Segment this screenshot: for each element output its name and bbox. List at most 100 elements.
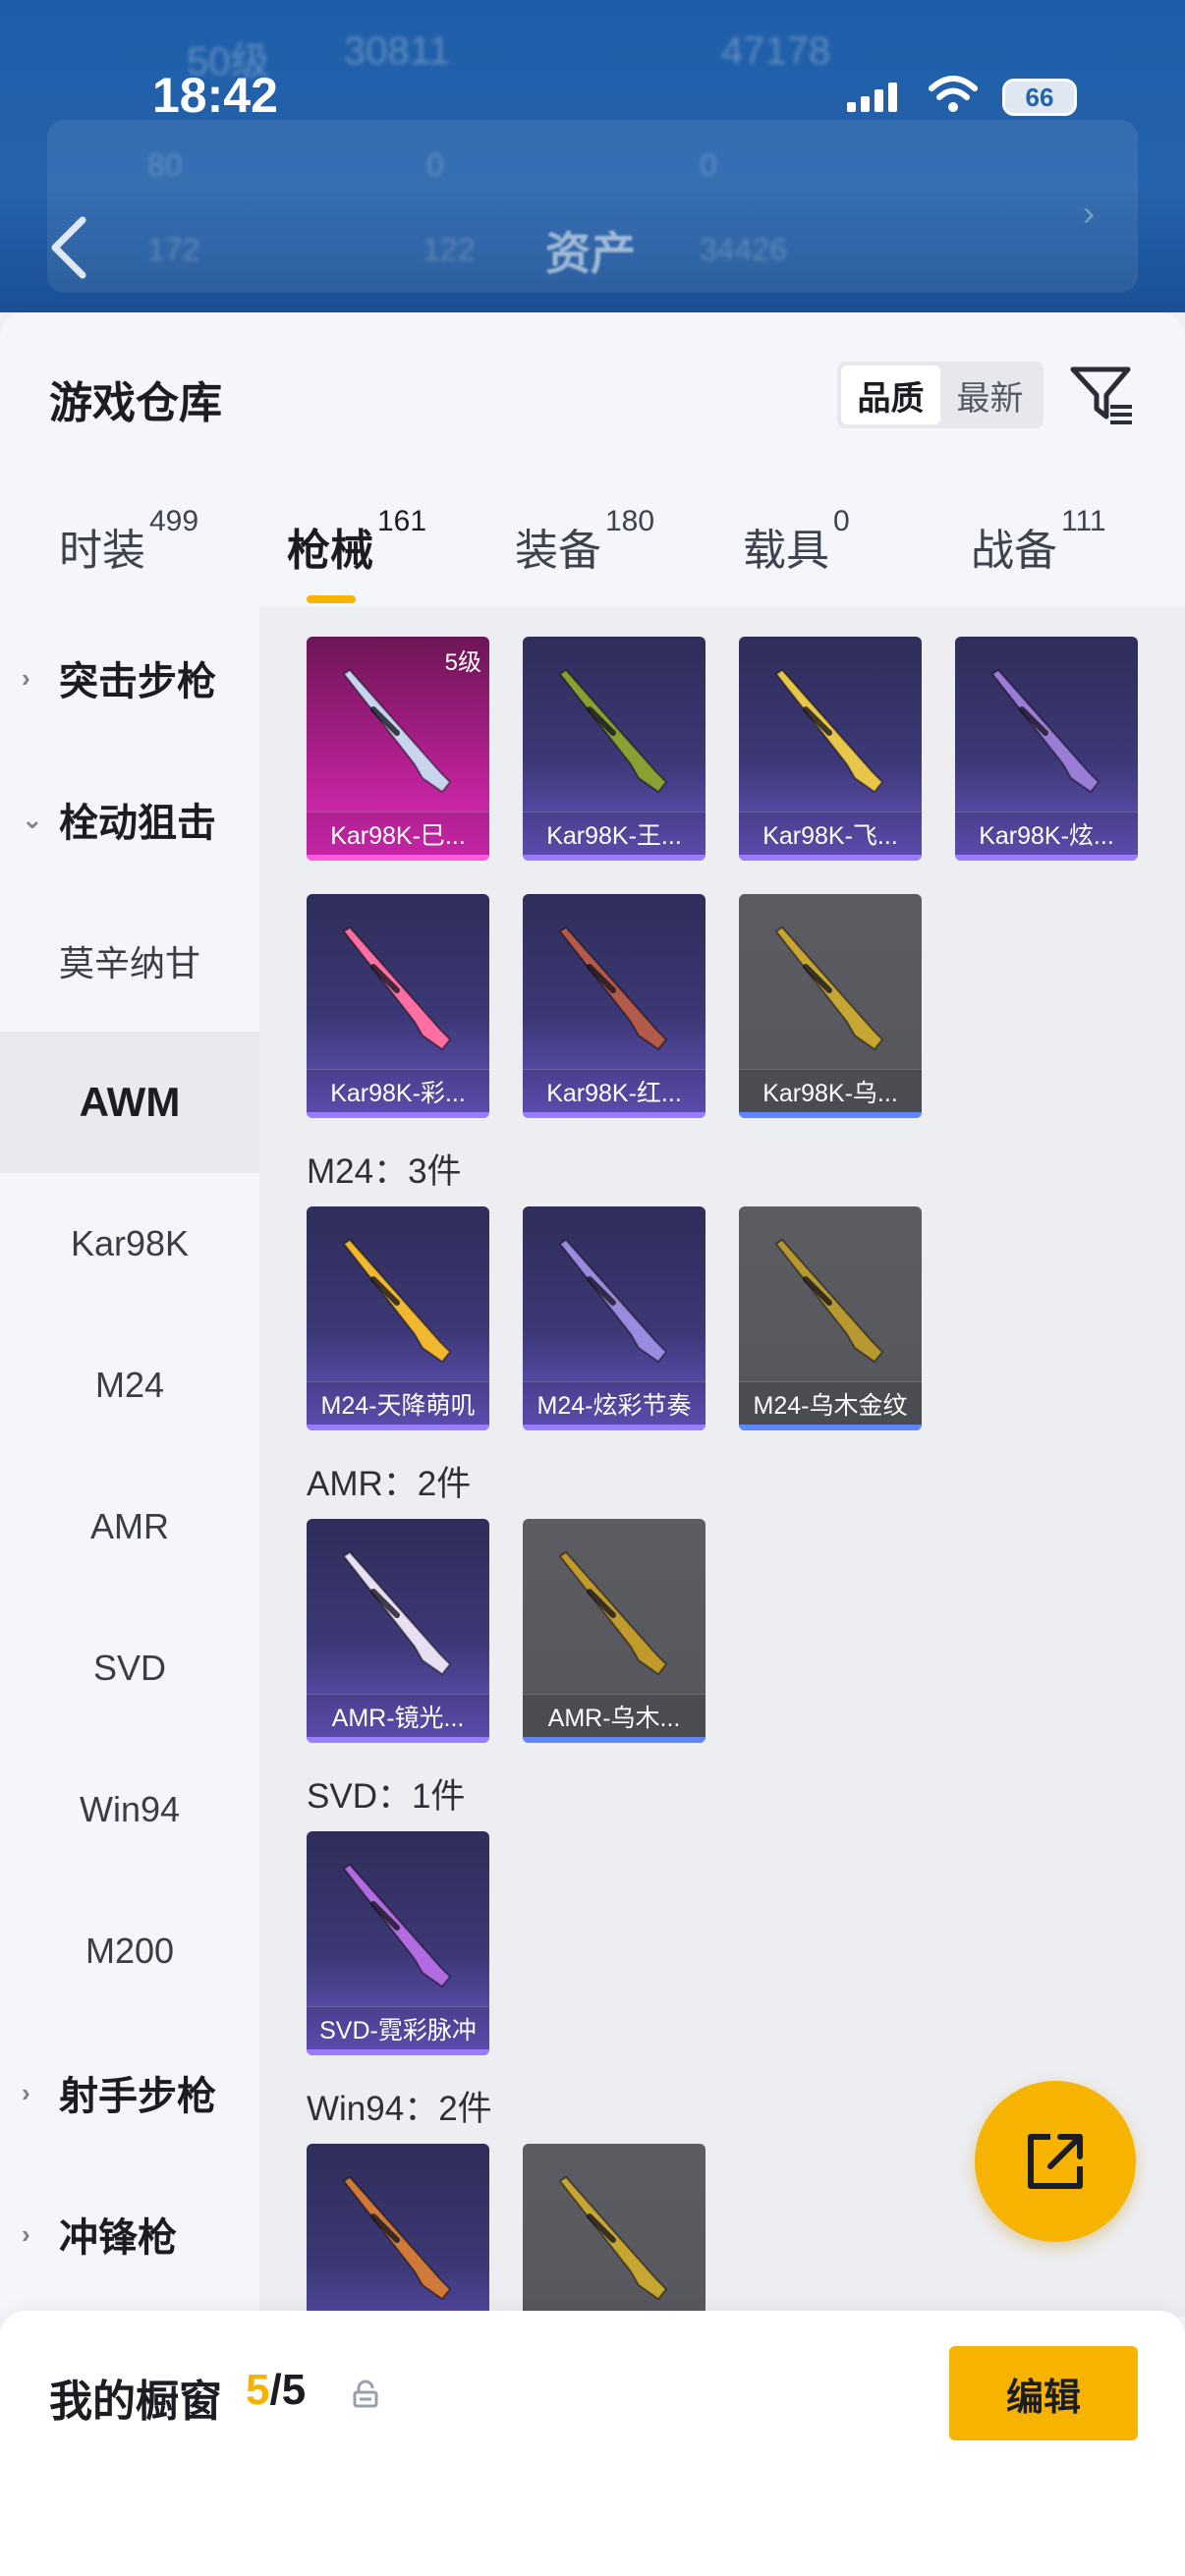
- category-mosin[interactable]: 莫辛纳甘: [0, 890, 259, 1032]
- tab-label: 时装: [59, 527, 145, 575]
- item-card[interactable]: Kar98K-彩...: [307, 894, 489, 1118]
- item-card[interactable]: SVD-霓彩脉冲: [307, 1831, 489, 2055]
- bg-stat: 0: [700, 147, 717, 183]
- tab-label: 装备: [515, 527, 601, 575]
- sort-quality-button[interactable]: 品质: [841, 365, 940, 424]
- tab-vehicles[interactable]: 载具 0: [743, 505, 850, 603]
- tab-count: 0: [833, 505, 850, 537]
- page-title: 资产: [545, 228, 636, 279]
- item-card[interactable]: Kar98K-乌...: [739, 894, 922, 1118]
- category-label: 射手步枪: [59, 2075, 216, 2118]
- item-name: M24-乌木金纹: [739, 1381, 922, 1425]
- wifi-icon: [929, 76, 978, 112]
- rarity-bar: [523, 855, 705, 861]
- cellular-signal-icon: [847, 81, 897, 112]
- rifle-icon: [342, 925, 452, 1051]
- rarity-bar: [955, 855, 1138, 861]
- rarity-bar: [307, 1112, 489, 1118]
- item-name: M24-天降萌叽: [307, 1381, 489, 1425]
- category-assault-rifles[interactable]: › 突击步枪: [0, 607, 259, 749]
- edit-button[interactable]: 编辑: [949, 2346, 1138, 2440]
- item-card[interactable]: 5级 Kar98K-巳...: [307, 637, 489, 861]
- category-amr[interactable]: AMR: [0, 1456, 259, 1597]
- category-svd[interactable]: SVD: [0, 1597, 259, 1739]
- rifle-icon: [342, 1550, 452, 1676]
- warehouse-title: 游戏仓库: [49, 379, 222, 427]
- rarity-bar: [523, 1425, 705, 1430]
- section-title-win94: Win94：2件: [307, 2090, 492, 2128]
- item-card[interactable]: AMR-镜光...: [307, 1519, 489, 1743]
- section-title-m24: M24：3件: [307, 1152, 462, 1191]
- bg-stat: 172: [147, 232, 200, 267]
- item-name: M24-炫彩节奏: [523, 1381, 705, 1425]
- showcase-total: /5: [269, 2366, 307, 2414]
- item-card[interactable]: M24-炫彩节奏: [523, 1206, 705, 1430]
- section-title-svd: SVD：1件: [307, 1777, 466, 1816]
- bg-stat: 80: [147, 147, 183, 183]
- item-card[interactable]: [523, 2144, 705, 2317]
- showcase-panel: 我的橱窗 5/5 编辑: [0, 2311, 1185, 2576]
- share-button[interactable]: [975, 2081, 1136, 2242]
- tab-count: 499: [149, 505, 199, 537]
- rifle-icon: [774, 668, 884, 794]
- rifle-icon: [558, 2175, 668, 2301]
- category-dmr[interactable]: › 射手步枪: [0, 2022, 259, 2163]
- rarity-bar: [307, 2049, 489, 2055]
- item-name: Kar98K-红...: [523, 1069, 705, 1112]
- rarity-bar: [739, 855, 922, 861]
- battery-icon: 66: [1002, 79, 1077, 116]
- tab-supplies[interactable]: 战备 111: [971, 505, 1106, 603]
- category-label: 突击步枪: [59, 660, 216, 703]
- rifle-icon: [990, 668, 1100, 794]
- category-kar98k[interactable]: Kar98K: [0, 1173, 259, 1315]
- item-card[interactable]: M24-乌木金纹: [739, 1206, 922, 1430]
- item-name: AMR-乌木...: [523, 1694, 705, 1737]
- category-smg[interactable]: › 冲锋枪: [0, 2163, 259, 2305]
- rifle-icon: [342, 2175, 452, 2301]
- item-card[interactable]: AMR-乌木...: [523, 1519, 705, 1743]
- item-card[interactable]: Kar98K-飞...: [739, 637, 922, 861]
- tab-count: 180: [605, 505, 655, 537]
- item-card[interactable]: Kar98K-红...: [523, 894, 705, 1118]
- item-name: AMR-镜光...: [307, 1694, 489, 1737]
- category-label: 冲锋枪: [59, 2216, 177, 2260]
- rifle-icon: [558, 1550, 668, 1676]
- rifle-icon: [558, 1238, 668, 1364]
- rarity-bar: [523, 1112, 705, 1118]
- category-list: › 突击步枪 ⌄ 栓动狙击 莫辛纳甘 AWM Kar98K M24 AMR SVD …: [0, 607, 259, 2317]
- rarity-bar: [307, 1425, 489, 1430]
- item-name: Kar98K-巳...: [307, 812, 489, 855]
- item-name: SVD-霓彩脉冲: [307, 2006, 489, 2049]
- sort-latest-button[interactable]: 最新: [940, 365, 1040, 424]
- share-icon: [1028, 2134, 1083, 2189]
- tab-label: 枪械: [287, 527, 373, 575]
- chevron-right-icon: ›: [22, 662, 30, 693]
- category-m200[interactable]: M200: [0, 1880, 259, 2022]
- lock-icon: [353, 2380, 378, 2408]
- tab-count: 161: [377, 505, 427, 537]
- rarity-bar: [739, 1112, 922, 1118]
- category-win94[interactable]: Win94: [0, 1739, 259, 1880]
- category-bolt-snipers[interactable]: ⌄ 栓动狙击: [0, 749, 259, 890]
- item-name: Kar98K-乌...: [739, 1069, 922, 1112]
- bg-stat: 122: [423, 232, 476, 267]
- tab-fashion[interactable]: 时装 499: [59, 505, 198, 603]
- category-m24[interactable]: M24: [0, 1315, 259, 1456]
- item-name: Kar98K-彩...: [307, 1069, 489, 1112]
- rifle-icon: [342, 1863, 452, 1988]
- chevron-right-icon: ›: [22, 2218, 30, 2249]
- item-card[interactable]: [307, 2144, 489, 2317]
- item-card[interactable]: Kar98K-王...: [523, 637, 705, 861]
- rifle-icon: [558, 925, 668, 1051]
- rifle-icon: [342, 668, 452, 794]
- tab-label: 载具: [743, 527, 829, 575]
- status-time: 18:42: [152, 68, 278, 123]
- tab-equipment[interactable]: 装备 180: [515, 505, 654, 603]
- category-awm[interactable]: AWM: [0, 1032, 259, 1173]
- tab-firearms[interactable]: 枪械 161: [287, 505, 426, 603]
- tab-active-indicator: [307, 595, 356, 603]
- item-card[interactable]: Kar98K-炫...: [955, 637, 1138, 861]
- filter-icon[interactable]: [1067, 360, 1138, 430]
- item-card[interactable]: M24-天降萌叽: [307, 1206, 489, 1430]
- back-button[interactable]: [41, 208, 96, 287]
